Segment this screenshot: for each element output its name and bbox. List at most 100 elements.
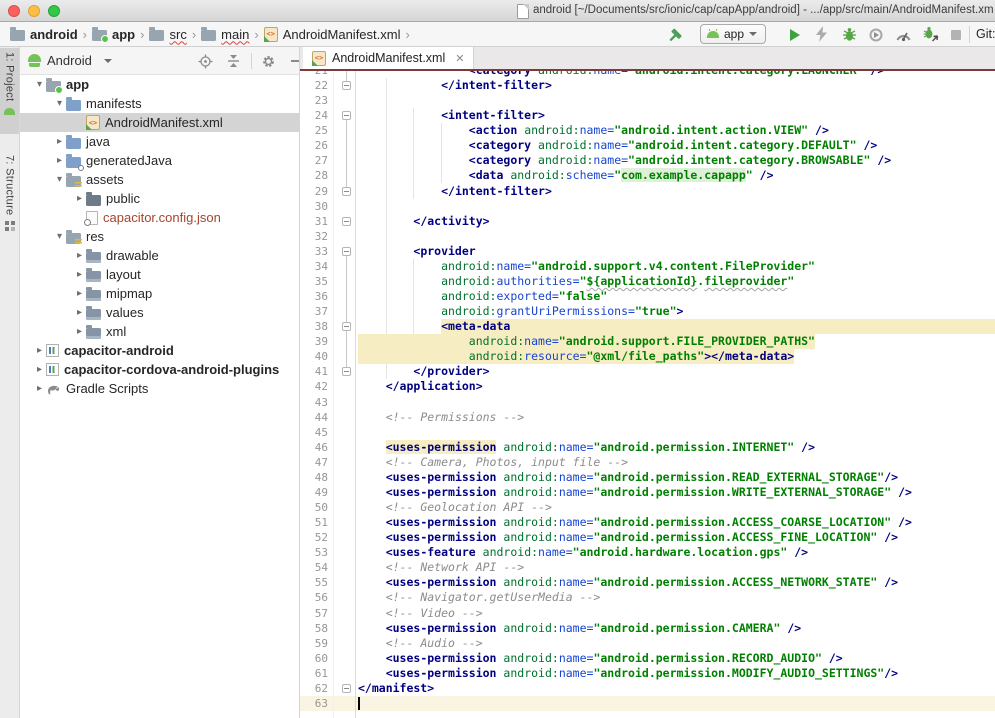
code-line-33[interactable]: <provider xyxy=(358,244,995,259)
tree-down-arrow-icon[interactable]: ▾ xyxy=(33,79,46,90)
tree-item-res[interactable]: ▾res xyxy=(20,227,299,246)
code-line-38[interactable]: <meta-data xyxy=(358,319,995,334)
code-line-25[interactable]: <action android:name="android.intent.act… xyxy=(358,123,995,138)
code-line-63[interactable] xyxy=(358,696,995,711)
git-branch-widget[interactable]: Git: xyxy=(976,27,995,41)
fold-marker-line-62[interactable] xyxy=(342,684,351,693)
tree-item-values[interactable]: ▸values xyxy=(20,303,299,322)
close-window-button[interactable] xyxy=(8,5,20,17)
close-icon[interactable]: ✕ xyxy=(455,52,464,65)
tree-down-arrow-icon[interactable]: ▾ xyxy=(53,174,66,185)
tree-right-arrow-icon[interactable]: ▸ xyxy=(73,193,86,204)
code-line-42[interactable]: </application> xyxy=(358,379,995,394)
breadcrumb-app[interactable]: app xyxy=(92,27,135,42)
code-line-60[interactable]: <uses-permission android:name="android.p… xyxy=(358,651,995,666)
fold-marker-line-29[interactable] xyxy=(342,187,351,196)
tree-item-mipmap[interactable]: ▸mipmap xyxy=(20,284,299,303)
stop-button[interactable] xyxy=(944,24,968,45)
code-line-57[interactable]: <!-- Video --> xyxy=(358,606,995,621)
code-line-56[interactable]: <!-- Navigator.getUserMedia --> xyxy=(358,590,995,605)
project-view-selector[interactable]: Android xyxy=(47,53,92,68)
tree-item-layout[interactable]: ▸layout xyxy=(20,265,299,284)
tree-item-generatedjava[interactable]: ▸generatedJava xyxy=(20,151,299,170)
code-line-39[interactable]: android:name="android.support.FILE_PROVI… xyxy=(358,334,995,349)
minimize-window-button[interactable] xyxy=(28,5,40,17)
tree-right-arrow-icon[interactable]: ▸ xyxy=(73,250,86,261)
fold-marker-line-31[interactable] xyxy=(342,217,351,226)
tree-item-assets[interactable]: ▾assets xyxy=(20,170,299,189)
code-line-26[interactable]: <category android:name="android.intent.c… xyxy=(358,138,995,153)
code-line-44[interactable]: <!-- Permissions --> xyxy=(358,410,995,425)
code-line-51[interactable]: <uses-permission android:name="android.p… xyxy=(358,515,995,530)
tree-down-arrow-icon[interactable]: ▾ xyxy=(53,98,66,109)
fold-marker-line-24[interactable] xyxy=(342,111,351,120)
tree-item-capacitor-cordova-android-plugins[interactable]: ▸capacitor-cordova-android-plugins xyxy=(20,360,299,379)
code-line-32[interactable] xyxy=(358,229,995,244)
tree-item-capacitor-config-json[interactable]: capacitor.config.json xyxy=(20,208,299,227)
code-line-59[interactable]: <!-- Audio --> xyxy=(358,636,995,651)
gear-icon[interactable] xyxy=(259,52,277,70)
code-line-55[interactable]: <uses-permission android:name="android.p… xyxy=(358,575,995,590)
code-line-49[interactable]: <uses-permission android:name="android.p… xyxy=(358,485,995,500)
code-line-35[interactable]: android:authorities="${applicationId}.fi… xyxy=(358,274,995,289)
tree-down-arrow-icon[interactable]: ▾ xyxy=(53,231,66,242)
code-line-28[interactable]: <data android:scheme="com.example.capapp… xyxy=(358,168,995,183)
code-line-41[interactable]: </provider> xyxy=(358,364,995,379)
code-line-34[interactable]: android:name="android.support.v4.content… xyxy=(358,259,995,274)
debug-button[interactable] xyxy=(837,24,861,45)
tree-right-arrow-icon[interactable]: ▸ xyxy=(73,307,86,318)
tree-item-drawable[interactable]: ▸drawable xyxy=(20,246,299,265)
tree-item-public[interactable]: ▸public xyxy=(20,189,299,208)
fold-marker-line-22[interactable] xyxy=(342,81,351,90)
tree-right-arrow-icon[interactable]: ▸ xyxy=(33,345,46,356)
run-configuration-select[interactable]: app xyxy=(700,24,766,44)
tree-right-arrow-icon[interactable]: ▸ xyxy=(33,383,46,394)
tree-item-app[interactable]: ▾app xyxy=(20,75,299,94)
zoom-window-button[interactable] xyxy=(48,5,60,17)
code-line-23[interactable] xyxy=(358,93,995,108)
build-hammer-button[interactable] xyxy=(664,24,688,45)
tree-item-java[interactable]: ▸java xyxy=(20,132,299,151)
code-line-58[interactable]: <uses-permission android:name="android.p… xyxy=(358,621,995,636)
code-line-21[interactable]: <category android:name="android.intent.c… xyxy=(358,71,995,78)
code-line-27[interactable]: <category android:name="android.intent.c… xyxy=(358,153,995,168)
tree-item-manifests[interactable]: ▾manifests xyxy=(20,94,299,113)
code-line-40[interactable]: android:resource="@xml/file_paths"></met… xyxy=(358,349,995,364)
code-line-54[interactable]: <!-- Network API --> xyxy=(358,560,995,575)
tree-right-arrow-icon[interactable]: ▸ xyxy=(73,326,86,337)
fold-marker-line-41[interactable] xyxy=(342,367,351,376)
tree-item-gradle-scripts[interactable]: ▸Gradle Scripts xyxy=(20,379,299,398)
breadcrumb-AndroidManifest.xml[interactable]: <>AndroidManifest.xml xyxy=(264,27,401,42)
editor-tab-androidmanifest[interactable]: <> AndroidManifest.xml ✕ xyxy=(303,47,474,69)
code-line-48[interactable]: <uses-permission android:name="android.p… xyxy=(358,470,995,485)
tree-item-androidmanifest-xml[interactable]: <>AndroidManifest.xml xyxy=(20,113,299,132)
code-line-31[interactable]: </activity> xyxy=(358,214,995,229)
run-button[interactable] xyxy=(783,24,807,45)
code-line-62[interactable]: </manifest> xyxy=(358,681,995,696)
code-line-45[interactable] xyxy=(358,425,995,440)
tree-item-xml[interactable]: ▸xml xyxy=(20,322,299,341)
fold-marker-line-33[interactable] xyxy=(342,247,351,256)
apply-changes-button[interactable] xyxy=(810,24,834,45)
code-line-52[interactable]: <uses-permission android:name="android.p… xyxy=(358,530,995,545)
code-line-46[interactable]: <uses-permission android:name="android.p… xyxy=(358,440,995,455)
code-line-53[interactable]: <uses-feature android:name="android.hard… xyxy=(358,545,995,560)
code-line-36[interactable]: android:exported="false" xyxy=(358,289,995,304)
fold-marker-line-38[interactable] xyxy=(342,322,351,331)
tree-right-arrow-icon[interactable]: ▸ xyxy=(33,364,46,375)
code-line-37[interactable]: android:grantUriPermissions="true"> xyxy=(358,304,995,319)
tree-right-arrow-icon[interactable]: ▸ xyxy=(73,288,86,299)
locate-file-button[interactable] xyxy=(196,52,214,70)
code-line-29[interactable]: </intent-filter> xyxy=(358,184,995,199)
code-line-24[interactable]: <intent-filter> xyxy=(358,108,995,123)
attach-debugger-button[interactable] xyxy=(918,24,942,45)
tree-right-arrow-icon[interactable]: ▸ xyxy=(53,155,66,166)
collapse-all-button[interactable] xyxy=(224,52,242,70)
tree-item-capacitor-android[interactable]: ▸capacitor-android xyxy=(20,341,299,360)
breadcrumb-android[interactable]: android xyxy=(10,27,78,42)
breadcrumb-main[interactable]: main xyxy=(201,27,249,42)
run-with-coverage-button[interactable] xyxy=(864,24,888,45)
tree-right-arrow-icon[interactable]: ▸ xyxy=(53,136,66,147)
hide-panel-button[interactable] xyxy=(287,52,300,70)
code-line-61[interactable]: <uses-permission android:name="android.p… xyxy=(358,666,995,681)
